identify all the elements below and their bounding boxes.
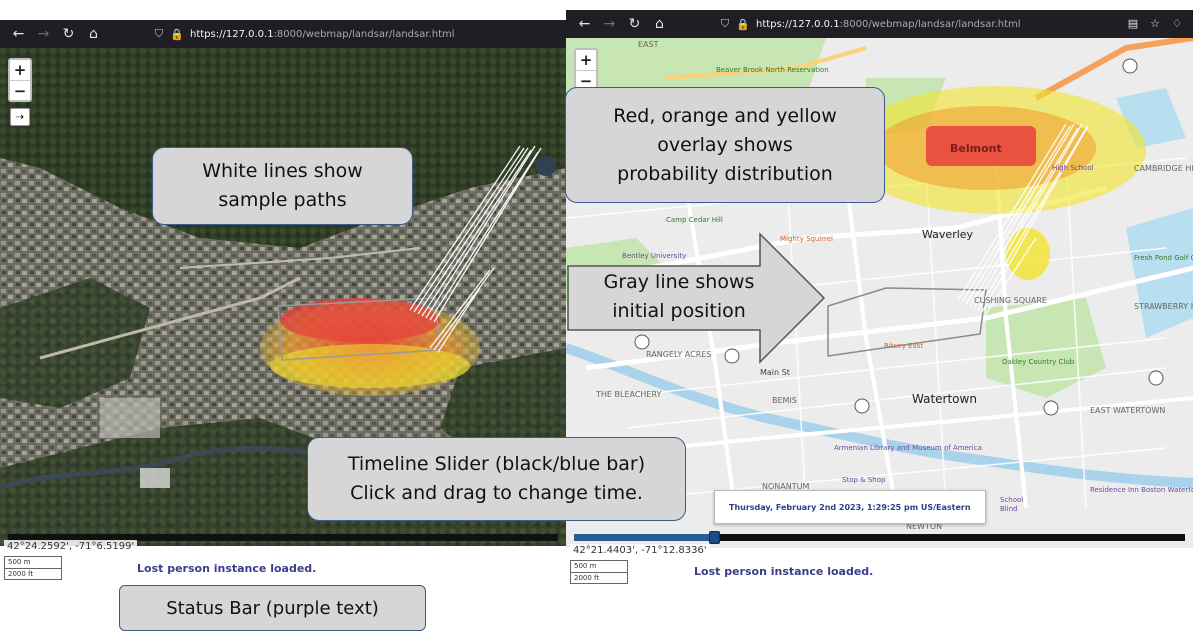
callout-gray-line-line2: initial position xyxy=(612,300,746,322)
back-icon[interactable]: ← xyxy=(572,13,597,35)
reader-view-icon[interactable]: ▤ xyxy=(1125,14,1141,32)
map-label-stop-shop: Stop & Shop xyxy=(842,476,886,484)
callout-overlay-line1: Red, orange and yellow xyxy=(613,104,837,127)
map-label-cushing-square: CUSHING SQUARE xyxy=(974,296,1047,305)
status-bar: Lost person instance loaded. xyxy=(694,565,874,578)
browser-toolbar: ← → ↻ ⌂ ⛉ 🔒 https://127.0.0.1:8000/webma… xyxy=(0,20,566,48)
scale-feet: 2000 ft xyxy=(5,568,61,579)
screenshot-stage: ← → ↻ ⌂ ⛉ 🔒 https://127.0.0.1:8000/webma… xyxy=(0,0,1201,642)
map-label-bemis: BEMIS xyxy=(772,396,797,405)
home-icon[interactable]: ⌂ xyxy=(81,23,106,45)
lock-icon: 🔒 xyxy=(170,27,184,41)
scale-meters: 500 m xyxy=(574,562,597,570)
map-label-high-school: High School xyxy=(1052,164,1094,172)
map-label-ritcey-east: Ritcey East xyxy=(884,342,924,350)
callout-timeline-line1: Timeline Slider (black/blue bar) xyxy=(347,453,646,475)
timeline-slider[interactable] xyxy=(574,531,1185,544)
zoom-in-button[interactable]: + xyxy=(576,50,596,70)
scale-bar: 500 m 2000 ft xyxy=(570,560,628,584)
map-label-main-st: Main St xyxy=(760,368,790,377)
shield-icon: ⛉ xyxy=(154,27,164,40)
url-bar[interactable]: ⛉ 🔒 https://127.0.0.1:8000/webmap/landsa… xyxy=(716,17,1021,31)
bookmark-star-icon[interactable]: ☆ xyxy=(1147,14,1163,32)
callout-timeline-line2: Click and drag to change time. xyxy=(350,482,643,504)
forward-icon[interactable]: → xyxy=(31,23,56,45)
url-bar[interactable]: ⛉ 🔒 https://127.0.0.1:8000/webmap/landsa… xyxy=(150,27,455,41)
map-label-cambridge-highlands: CAMBRIDGE HIGHLANDS xyxy=(1134,164,1193,173)
map-label-east-watertown: EAST WATERTOWN xyxy=(1090,406,1166,415)
forward-icon[interactable]: → xyxy=(597,13,622,35)
url-text: https://127.0.0.1:8000/webmap/landsar/la… xyxy=(756,18,1021,30)
map-label-belmont: Belmont xyxy=(950,142,1002,155)
map-label-school: School xyxy=(1000,496,1024,504)
callout-timeline: Timeline Slider (black/blue bar) Click a… xyxy=(307,437,686,521)
callout-status-bar: Status Bar (purple text) xyxy=(119,585,426,631)
map-label-fresh-pond: Fresh Pond Golf Course xyxy=(1134,254,1193,262)
map-label-watertown: Watertown xyxy=(912,392,977,406)
reload-icon[interactable]: ↻ xyxy=(56,23,81,45)
shield-icon: ⛉ xyxy=(720,17,730,30)
timeline-fill xyxy=(574,534,715,541)
scale-feet: 2000 ft xyxy=(571,572,627,583)
back-icon[interactable]: ← xyxy=(6,23,31,45)
home-icon[interactable]: ⌂ xyxy=(647,13,672,35)
zoom-control: + − xyxy=(574,48,598,92)
url-text: https://127.0.0.1:8000/webmap/landsar/la… xyxy=(190,28,455,40)
callout-overlay: Red, orange and yellow overlay shows pro… xyxy=(565,87,885,203)
callout-white-lines-line2: sample paths xyxy=(218,189,347,211)
map-label-oakley: Oakley Country Club xyxy=(1002,358,1075,366)
status-bar: Lost person instance loaded. xyxy=(137,562,317,575)
scale-bar: 500 m 2000 ft xyxy=(4,556,62,580)
map-label-strawberry-hill: STRAWBERRY HILL xyxy=(1134,302,1193,311)
callout-overlay-line2: overlay shows xyxy=(657,133,793,156)
timeline-thumb[interactable] xyxy=(708,531,720,544)
map-label-east: EAST xyxy=(638,40,659,49)
reload-icon[interactable]: ↻ xyxy=(622,13,647,35)
callout-white-lines: White lines show sample paths xyxy=(152,147,413,225)
callout-gray-line: Gray line shows initial position xyxy=(566,232,826,364)
map-label-beaver-brook: Beaver Brook North Reservation xyxy=(716,66,829,74)
scale-meters: 500 m xyxy=(8,558,31,566)
lock-icon: 🔒 xyxy=(736,17,750,31)
map-label-camp-cedar-hill: Camp Cedar Hill xyxy=(666,216,723,224)
next-button[interactable]: ⇢ xyxy=(10,108,30,126)
map-label-the-bleachery: THE BLEACHERY xyxy=(596,390,662,399)
map-label-waverley: Waverley xyxy=(922,228,974,241)
callout-white-lines-line1: White lines show xyxy=(202,160,363,182)
zoom-out-button[interactable]: − xyxy=(10,80,30,100)
callout-gray-line-line1: Gray line shows xyxy=(603,271,755,293)
callout-gray-line-text: Gray line shows initial position xyxy=(574,268,784,326)
callout-overlay-line3: probability distribution xyxy=(617,162,833,185)
zoom-in-button[interactable]: + xyxy=(10,60,30,80)
map-label-residence-inn: Residence Inn Boston Watertown xyxy=(1090,486,1193,494)
coordinate-readout: 42°24.2592', -71°6.5199' xyxy=(4,540,138,553)
map-label-blind: Blind xyxy=(1000,505,1018,513)
timeline-time-tooltip: Thursday, February 2nd 2023, 1:29:25 pm … xyxy=(714,490,986,524)
coordinate-readout: 42°21.4403', -71°12.8336' xyxy=(570,544,710,557)
map-label-armenian: Armenian Library and Museum of America xyxy=(834,444,982,452)
browser-toolbar: ← → ↻ ⌂ ⛉ 🔒 https://127.0.0.1:8000/webma… xyxy=(566,10,1193,38)
pocket-icon[interactable]: ♢ xyxy=(1169,14,1185,32)
zoom-control: + − xyxy=(8,58,32,102)
toolbar-right-icons: ▤ ☆ ♢ xyxy=(1125,14,1185,32)
